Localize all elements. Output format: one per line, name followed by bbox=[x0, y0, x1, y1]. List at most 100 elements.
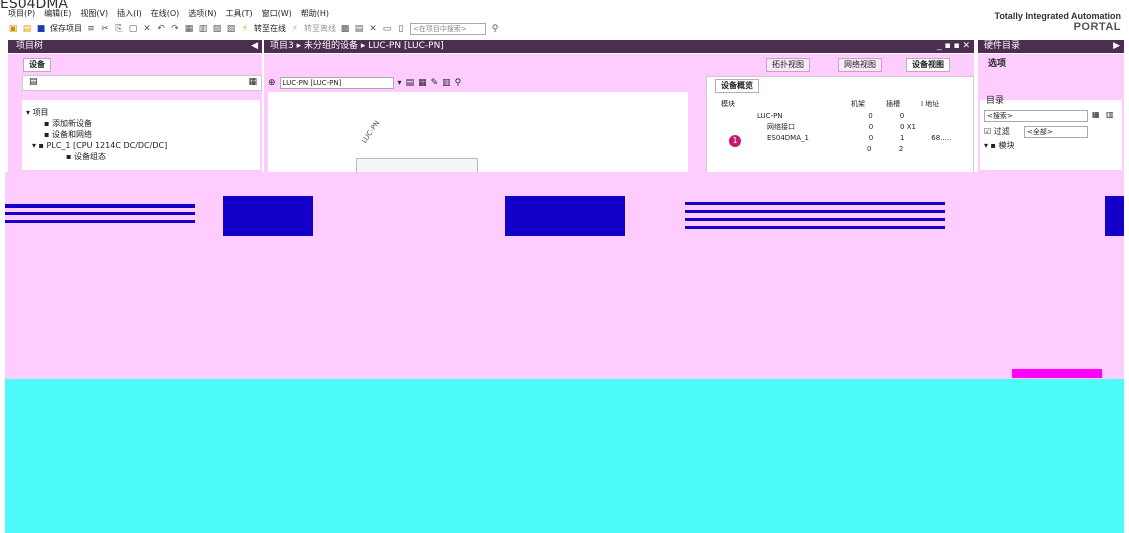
corrupted-band bbox=[5, 196, 1124, 236]
catalog-body: 目录 <搜索> ▦ ▥ ☑ 过滤 <全部> ▾ ▪ 模块 bbox=[980, 96, 1122, 170]
devices-section-tab[interactable]: 设备 bbox=[23, 58, 51, 72]
print-icon[interactable]: ≡ bbox=[86, 24, 96, 34]
table-row[interactable]: 网络接口 0 0 X1 bbox=[727, 122, 967, 133]
go-offline-icon[interactable]: ⚡ bbox=[290, 24, 300, 34]
main-toolbar: ▣ ▤ ■ 保存项目 ≡ ✂ ⎘ ▢ ✕ ↶ ↷ ▦ ▥ ▧ ▨ ⚡ 转至在线 … bbox=[0, 21, 968, 36]
menu-window[interactable]: 窗口(W) bbox=[262, 8, 292, 20]
project-tree-title: 项目树 bbox=[16, 41, 44, 51]
go-online-button[interactable]: 转至在线 bbox=[254, 23, 286, 34]
table-row[interactable]: LUC-PN 0 0 bbox=[727, 111, 967, 122]
catalog-title: 硬件目录 bbox=[984, 41, 1021, 51]
filter-checkbox[interactable]: ☑ 过滤 bbox=[984, 127, 1010, 137]
pencil-icon[interactable]: ✎ bbox=[431, 78, 439, 88]
device-icon[interactable]: ⊕ bbox=[268, 78, 276, 88]
device-canvas[interactable]: LUC-PN bbox=[268, 92, 688, 174]
tree-item-plc[interactable]: ▾ ▪ PLC_1 [CPU 1214C DC/DC/DC] bbox=[32, 141, 167, 151]
window-caption: ES04DMA bbox=[0, 0, 68, 8]
layout-icon[interactable]: ▥ bbox=[442, 78, 451, 88]
catalog-search-input[interactable]: <搜索> bbox=[984, 110, 1088, 122]
tab-topology-view[interactable]: 拓扑视图 bbox=[766, 58, 810, 72]
project-tree-titlebar: 项目树 ◀ bbox=[8, 40, 262, 53]
cross-reference-icon[interactable]: ▤ bbox=[354, 24, 364, 34]
cyan-banner bbox=[5, 379, 1124, 533]
zoom-icon[interactable]: ⚲ bbox=[455, 78, 462, 88]
overview-rows: LUC-PN 0 0 网络接口 0 0 X1 ES04DMA_1 0 1 68.… bbox=[727, 111, 967, 155]
stop-icon[interactable]: ✕ bbox=[368, 24, 378, 34]
copy-icon[interactable]: ⎘ bbox=[114, 24, 124, 34]
breadcrumb-ungrouped[interactable]: 未分组的设备 bbox=[304, 41, 358, 51]
col-slot[interactable]: 插槽 bbox=[886, 99, 921, 109]
menu-bar: 项目(P) 编辑(E) 视图(V) 插入(I) 在线(O) 选项(N) 工具(T… bbox=[0, 8, 968, 20]
simulate-icon[interactable]: ▨ bbox=[226, 24, 236, 34]
paste-icon[interactable]: ▢ bbox=[128, 24, 138, 34]
magenta-strip bbox=[1012, 369, 1102, 378]
collapse-arrow-icon[interactable]: ◀ bbox=[251, 40, 258, 53]
menu-online[interactable]: 在线(O) bbox=[151, 8, 180, 20]
device-overview-tab[interactable]: 设备概览 bbox=[715, 79, 759, 93]
expand-arrow-icon[interactable]: ▶ bbox=[1113, 40, 1120, 53]
device-overview-panel: 设备概览 模块 机架 插槽 I 地址 LUC-PN 0 0 网络接口 0 0 X… bbox=[706, 76, 974, 174]
save-project-button[interactable]: 保存项目 bbox=[50, 23, 82, 34]
menu-help[interactable]: 帮助(H) bbox=[301, 8, 329, 20]
redo-icon[interactable]: ↷ bbox=[170, 24, 180, 34]
table-icon[interactable]: ▤ bbox=[406, 78, 415, 88]
compile-icon[interactable]: ▦ bbox=[184, 24, 194, 34]
undo-icon[interactable]: ↶ bbox=[156, 24, 166, 34]
new-project-icon[interactable]: ▣ bbox=[8, 24, 18, 34]
project-search-input[interactable]: <在项目中搜索> bbox=[410, 22, 486, 35]
tree-item-device-config[interactable]: ▪ 设备组态 bbox=[66, 152, 106, 162]
tree-new-icon[interactable]: ▤ bbox=[29, 77, 38, 87]
menu-insert[interactable]: 插入(I) bbox=[117, 8, 142, 20]
table-row[interactable]: ES04DMA_1 0 1 68..... bbox=[727, 133, 967, 144]
menu-view[interactable]: 视图(V) bbox=[80, 8, 108, 20]
options-heading: 选项 bbox=[988, 59, 1007, 69]
go-online-icon[interactable]: ⚡ bbox=[240, 24, 250, 34]
split-vertical-icon[interactable]: ▯ bbox=[396, 24, 406, 34]
brand-line-2: PORTAL bbox=[1073, 21, 1121, 33]
save-icon[interactable]: ■ bbox=[36, 24, 46, 34]
breadcrumb-device[interactable]: LUC-PN [LUC-PN] bbox=[368, 41, 444, 51]
tree-view-icon[interactable]: ▦ bbox=[248, 77, 257, 87]
menu-edit[interactable]: 编辑(E) bbox=[44, 8, 71, 20]
dropdown-arrow-icon[interactable]: ▾ bbox=[398, 78, 402, 87]
open-project-icon[interactable]: ▤ bbox=[22, 24, 32, 34]
upload-icon[interactable]: ▧ bbox=[212, 24, 222, 34]
catalog-titlebar: 硬件目录 ▶ bbox=[978, 40, 1124, 53]
col-iaddr[interactable]: I 地址 bbox=[921, 99, 961, 109]
tree-item-add-device[interactable]: ▪ 添加新设备 bbox=[44, 119, 92, 129]
split-horizontal-icon[interactable]: ▭ bbox=[382, 24, 392, 34]
blue-bar bbox=[685, 202, 945, 205]
download-icon[interactable]: ▥ bbox=[198, 24, 208, 34]
breadcrumb-project[interactable]: 项目3 bbox=[270, 41, 294, 51]
accessible-devices-icon[interactable]: ▩ bbox=[340, 24, 350, 34]
tab-network-view[interactable]: 网络视图 bbox=[838, 58, 882, 72]
col-rack[interactable]: 机架 bbox=[851, 99, 886, 109]
cut-icon[interactable]: ✂ bbox=[100, 24, 110, 34]
blue-bar bbox=[5, 204, 195, 208]
blue-bar bbox=[5, 212, 195, 215]
filter-select[interactable]: <全部> bbox=[1024, 126, 1088, 138]
grid-icon[interactable]: ▦ bbox=[418, 78, 427, 88]
search-down-icon[interactable]: ▦ bbox=[1092, 110, 1100, 119]
blue-block bbox=[505, 196, 625, 236]
binoculars-icon[interactable]: ⚲ bbox=[490, 24, 500, 34]
breadcrumb: 项目3 ▸ 未分组的设备 ▸ LUC-PN [LUC-PN] bbox=[270, 41, 444, 51]
blue-block bbox=[1105, 196, 1124, 236]
col-module[interactable]: 模块 bbox=[721, 99, 851, 109]
tree-item-project[interactable]: ▾ 项目 bbox=[26, 108, 49, 118]
menu-options[interactable]: 选项(N) bbox=[188, 8, 216, 20]
go-offline-button[interactable]: 转至离线 bbox=[304, 23, 336, 34]
search-up-icon[interactable]: ▥ bbox=[1106, 110, 1114, 119]
table-row[interactable]: 0 2 bbox=[727, 144, 967, 155]
blue-bar bbox=[685, 218, 945, 221]
device-select[interactable]: LUC-PN [LUC-PN] bbox=[279, 76, 394, 89]
tree-item-devices-networks[interactable]: ▪ 设备和网络 bbox=[44, 130, 92, 140]
tab-device-view[interactable]: 设备视图 bbox=[906, 58, 950, 72]
delete-icon[interactable]: ✕ bbox=[142, 24, 152, 34]
project-tree: ▾ 项目 ▪ 添加新设备 ▪ 设备和网络 ▾ ▪ PLC_1 [CPU 1214… bbox=[22, 100, 260, 170]
menu-tools[interactable]: 工具(T) bbox=[225, 8, 252, 20]
menu-project[interactable]: 项目(P) bbox=[8, 8, 35, 20]
window-controls[interactable]: _ ▪ ▪ ✕ bbox=[937, 40, 970, 53]
editor-titlebar: 项目3 ▸ 未分组的设备 ▸ LUC-PN [LUC-PN] _ ▪ ▪ ✕ bbox=[264, 40, 974, 53]
catalog-module-item[interactable]: ▾ ▪ 模块 bbox=[984, 141, 1015, 151]
